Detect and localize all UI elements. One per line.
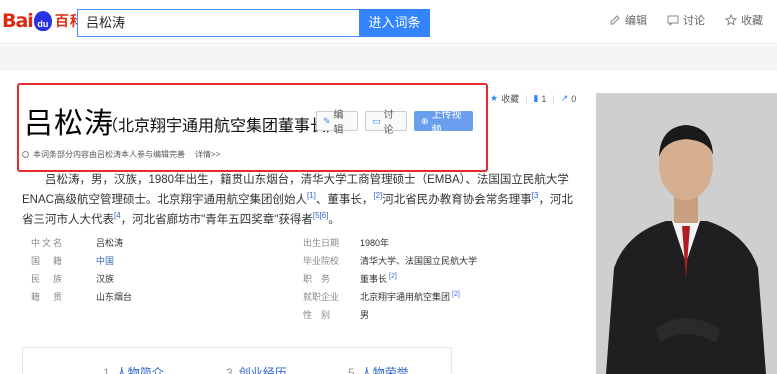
page-gap [0, 45, 777, 71]
share-count: 0 [571, 93, 577, 104]
top-collect-button[interactable]: 收藏 [725, 12, 763, 28]
toc-item-3[interactable]: 3 创业经历 [226, 364, 287, 374]
collect-label: 收藏 [501, 94, 520, 104]
search-input[interactable]: 吕松涛 [77, 9, 359, 37]
star-icon: ★ [490, 93, 499, 103]
info-label: 民 族 [31, 273, 65, 284]
info-row: 民 族 汉族 职 务 董事长 [2] [20, 269, 587, 287]
page-subtitle: （北京翔宇通用航空集团董事长） [102, 116, 343, 135]
basic-info-table: 中文名 吕松涛 出生日期 1980年 国 籍 中国 毕业院校 清华大学、法国国立… [20, 233, 587, 323]
info-row: 国 籍 中国 毕业院校 清华大学、法国国立民航大学 [20, 251, 587, 269]
info-label: 籍 贯 [31, 291, 65, 302]
top-bar: Bai du 百科 吕松涛 进入词条 编辑 讨论 收藏 [0, 0, 777, 44]
pencil-icon: ✎ [323, 115, 331, 126]
info-value: 1980年 [360, 237, 390, 248]
top-discuss-label: 讨论 [683, 15, 705, 27]
divider: | [552, 93, 555, 104]
table-of-contents: 1 人物简介 3 创业经历 5 人物荣誉 [22, 347, 452, 374]
info-label: 中文名 [31, 237, 65, 248]
logo-paw-icon: du [33, 11, 52, 31]
info-value: 清华大学、法国国立民航大学 [360, 255, 478, 266]
star-icon [725, 14, 737, 26]
reference-link[interactable]: [2] [452, 291, 460, 298]
toc-label: 创业经历 [238, 366, 287, 374]
summary-text: 。 [328, 213, 340, 226]
top-edit-button[interactable]: 编辑 [609, 12, 647, 28]
toc-item-1[interactable]: 1 人物简介 [103, 364, 164, 374]
info-label: 出生日期 [303, 237, 340, 248]
discuss-button-label: 讨论 [383, 110, 394, 136]
summary-paragraph: 吕松涛，男，汉族，1980年出生，籍贯山东烟台，清华大学工商管理硕士（EMBA）… [22, 172, 582, 228]
info-value: 吕松涛 [96, 237, 124, 248]
edit-button[interactable]: ✎ 编辑 [316, 110, 358, 136]
info-label: 就职企业 [303, 291, 340, 302]
discuss-button[interactable]: ▭ 讨论 [365, 110, 407, 136]
upload-button-label: 上传视频 [431, 110, 462, 136]
portrait-illustration [596, 93, 777, 374]
reference-link[interactable]: [5 [313, 211, 320, 220]
info-row: 中文名 吕松涛 出生日期 1980年 [20, 233, 587, 251]
summary-text: 河北省民办教育协会常务理事 [382, 193, 532, 206]
thumbs-up-icon: ▮ [533, 93, 539, 103]
top-edit-label: 编辑 [625, 15, 647, 27]
top-discuss-button[interactable]: 讨论 [667, 12, 705, 28]
info-label: 国 籍 [31, 255, 65, 266]
reference-link[interactable]: [1] [307, 191, 316, 200]
enter-entry-button[interactable]: 进入词条 [359, 9, 430, 37]
discussion-icon: ▭ [372, 115, 381, 126]
like-button[interactable]: ▮ 1 [533, 93, 546, 104]
upload-icon: ⊕ [421, 115, 429, 126]
info-label: 性 别 [303, 309, 331, 320]
reference-link[interactable]: [4 [114, 211, 121, 220]
discussion-icon [667, 15, 679, 26]
info-label: 职 务 [303, 273, 331, 284]
toc-label: 人物简介 [115, 366, 164, 374]
divider: | [525, 93, 528, 104]
info-row: 性 别 男 [20, 305, 587, 323]
notice-text: 本词条部分内容由吕松涛本人参与编辑完善 [33, 150, 185, 159]
share-button[interactable]: ↗ 0 [561, 93, 577, 104]
edit-icon [610, 15, 620, 25]
toc-number: 3 [226, 366, 233, 374]
info-value-link[interactable]: 中国 [96, 254, 292, 267]
page-title: 吕松涛 [24, 106, 115, 140]
baidu-baike-logo[interactable]: Bai du 百科 [2, 8, 85, 34]
toc-number: 1 [103, 366, 110, 374]
reference-link[interactable]: [2] [389, 273, 397, 280]
info-value: 董事长 [2] [360, 272, 570, 285]
edit-button-label: 编辑 [333, 110, 344, 136]
person-photo[interactable] [596, 93, 777, 374]
top-actions: 编辑 讨论 收藏 [609, 12, 763, 28]
info-value: 汉族 [96, 273, 115, 284]
share-icon: ↗ [560, 93, 569, 103]
info-value: 北京翔宇通用航空集团 [2] [360, 290, 570, 303]
collect-button[interactable]: ★ 收藏 [490, 92, 519, 105]
toc-label: 人物荣誉 [360, 366, 409, 374]
info-label: 毕业院校 [303, 255, 340, 266]
info-value: 山东烟台 [96, 291, 133, 302]
info-row: 籍 贯 山东烟台 就职企业 北京翔宇通用航空集团 [2] [20, 287, 587, 305]
info-value-text: 北京翔宇通用航空集团 [360, 291, 451, 302]
toc-number: 5 [348, 366, 355, 374]
side-actions: ★ 收藏 | ▮ 1 | ↗ 0 [490, 92, 576, 105]
toc-item-5[interactable]: 5 人物荣誉 [348, 364, 409, 374]
summary-text: ，河北省廊坊市"青年五四奖章"获得者 [120, 213, 313, 226]
summary-text: 、董事长， [315, 193, 374, 206]
top-collect-label: 收藏 [741, 15, 763, 27]
edit-notice: 本词条部分内容由吕松涛本人参与编辑完善 详情>> [22, 149, 220, 160]
notice-details-link[interactable]: 详情>> [195, 149, 220, 160]
info-icon [22, 151, 29, 158]
logo-text: Bai [2, 10, 34, 32]
upload-video-button[interactable]: ⊕ 上传视频 [414, 110, 473, 136]
info-value-text: 董事长 [360, 273, 388, 284]
info-value: 男 [360, 309, 370, 320]
reference-link[interactable]: [2] [373, 191, 382, 200]
like-count: 1 [541, 93, 547, 104]
